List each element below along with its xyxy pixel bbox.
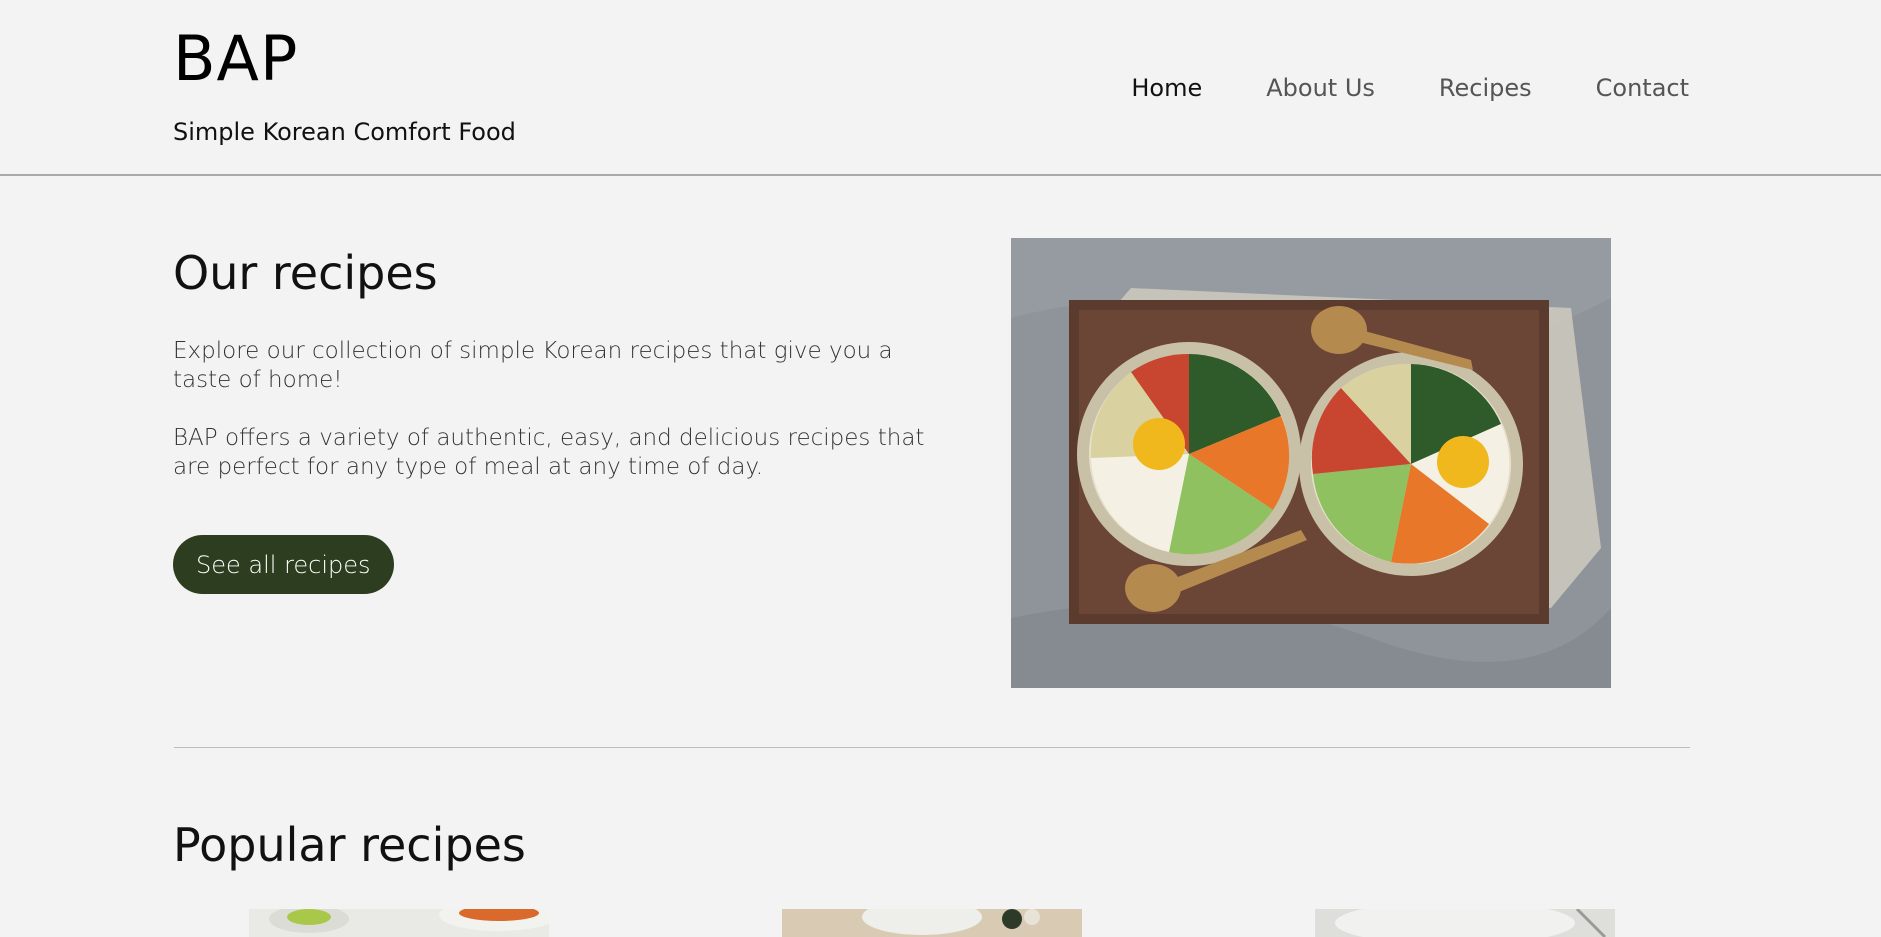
page: BAP Simple Korean Comfort Food Home Abou… [0,0,1881,937]
popular-recipes-title: Popular recipes [173,818,526,872]
see-all-recipes-button[interactable]: See all recipes [173,535,394,594]
hero-description-text: BAP offers a variety of authentic, easy,… [173,425,925,480]
popular-recipe-image-3[interactable] [1315,909,1615,937]
site-logo[interactable]: BAP [173,28,298,90]
bowl-right [1299,352,1523,576]
site-tagline: Simple Korean Comfort Food [173,118,516,146]
section-divider [174,747,1690,748]
hero-intro-text: Explore our collection of simple Korean … [173,338,893,393]
popular-recipe-image-1[interactable] [249,909,549,937]
nav-contact[interactable]: Contact [1596,74,1689,102]
nav-recipes[interactable]: Recipes [1439,74,1532,102]
site-header: BAP Simple Korean Comfort Food Home Abou… [0,0,1881,176]
hero-title: Our recipes [173,246,438,300]
main-nav: Home About Us Recipes Contact [1131,74,1689,102]
popular-recipe-image-2[interactable] [782,909,1082,937]
nav-home[interactable]: Home [1131,74,1202,102]
bibimbap-image [1011,238,1611,688]
nav-about-us[interactable]: About Us [1266,74,1375,102]
bowl-left [1077,342,1301,566]
